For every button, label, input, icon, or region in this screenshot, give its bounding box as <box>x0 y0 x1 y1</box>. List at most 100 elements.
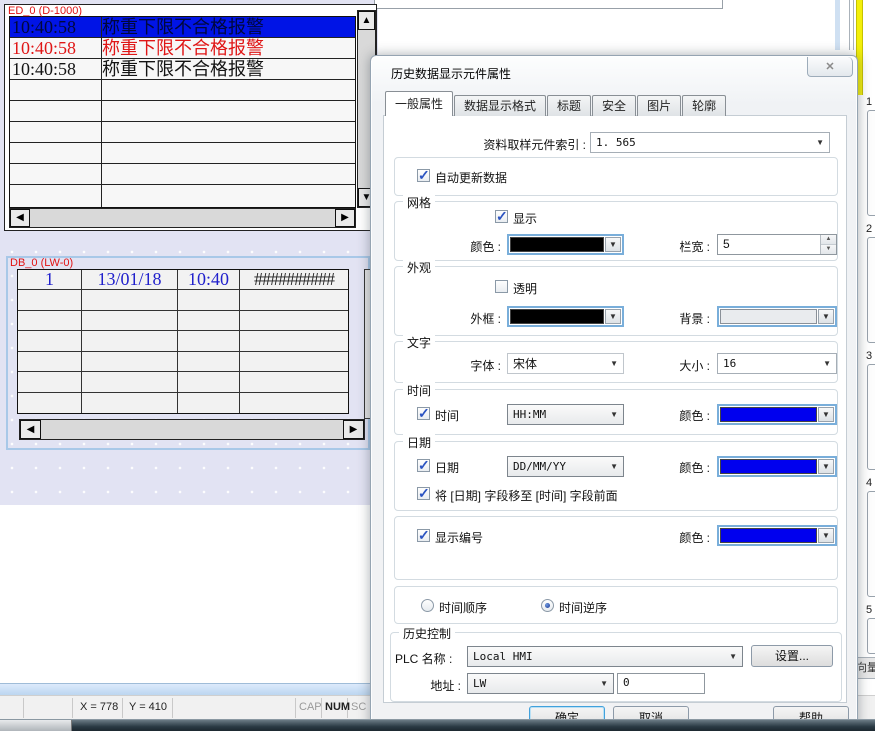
sequence-no-checkbox[interactable] <box>417 529 430 542</box>
chevron-down-icon[interactable]: ▼ <box>818 528 834 543</box>
side-panel-box <box>867 618 875 654</box>
background-color-swatch <box>720 309 817 324</box>
tab-security[interactable]: 安全 <box>592 95 636 116</box>
side-panel-box <box>867 364 875 470</box>
capslock-indicator: CAP <box>299 701 322 713</box>
time-ascending-radio[interactable] <box>421 599 434 612</box>
scrollbar-track[interactable] <box>30 209 335 227</box>
time-format-select[interactable]: HH:MM ▼ <box>507 404 624 425</box>
close-icon[interactable]: ✕ <box>807 57 853 77</box>
grid-show-checkbox[interactable] <box>495 210 508 223</box>
font-select[interactable]: 宋体 ▼ <box>507 353 624 374</box>
time-ascending-label: 时间顺序 <box>439 599 487 616</box>
scroll-up-icon[interactable]: ▲ <box>358 11 375 30</box>
date-format-value: DD/MM/YY <box>513 460 566 473</box>
address-input[interactable]: 0 <box>617 673 705 694</box>
side-panel-button[interactable]: 向量 <box>855 657 875 679</box>
chevron-down-icon[interactable]: ▼ <box>818 459 834 474</box>
date-checkbox[interactable] <box>417 459 430 472</box>
side-panel-box <box>867 491 875 597</box>
date-color-label: 颜色 : <box>660 459 710 476</box>
background-strip <box>835 0 840 50</box>
time-descending-label: 时间逆序 <box>559 599 607 616</box>
dialog-title: 历史数据显示元件属性 <box>391 65 511 82</box>
frame-color-select[interactable]: ▼ <box>507 306 624 327</box>
scroll-left-icon[interactable]: ◀ <box>10 209 30 227</box>
font-label: 字体 : <box>405 357 501 374</box>
table-row[interactable]: 10:40:58 称重下限不合格报警 <box>10 38 355 59</box>
sequence-color-select[interactable]: ▼ <box>717 525 837 546</box>
time-checkbox[interactable] <box>417 407 430 420</box>
stepper-buttons[interactable]: ▲▼ <box>820 235 836 254</box>
table-row[interactable]: 10:40:58 称重下限不合格报警 <box>10 59 355 80</box>
tab-title[interactable]: 标题 <box>547 95 591 116</box>
date-group: 日期 日期 DD/MM/YY ▼ 颜色 : ▼ 将 [日期] 字段移至 [时间]… <box>394 441 838 511</box>
address-type-select[interactable]: LW ▼ <box>467 673 614 694</box>
chevron-down-icon: ▼ <box>600 679 613 688</box>
cursor-x-coordinate: X = 778 <box>80 701 118 713</box>
canvas-hscrollbar[interactable] <box>0 683 375 695</box>
plc-name-select[interactable]: Local HMI ▼ <box>467 646 743 667</box>
settings-button[interactable]: 设置... <box>751 645 833 667</box>
chevron-down-icon[interactable]: ▼ <box>605 309 621 324</box>
date-before-time-checkbox[interactable] <box>417 487 430 500</box>
auto-update-box: 自动更新数据 <box>394 157 838 196</box>
row-time: 10:40 <box>178 270 240 290</box>
row-value: ########## <box>240 270 348 290</box>
event-table-hscrollbar[interactable]: ◀ ▶ <box>9 208 356 228</box>
sampling-index-select[interactable]: 1. 565 ▼ <box>590 132 830 153</box>
scroll-left-icon[interactable]: ◀ <box>20 420 41 439</box>
taskbar[interactable] <box>0 719 875 731</box>
history-data-display-element[interactable]: DB_0 (LW-0) 1 13/01/18 10:40 ########## … <box>6 256 370 450</box>
frame-color-label: 外框 : <box>405 310 501 327</box>
grid-color-select[interactable]: ▼ <box>507 234 624 255</box>
appearance-group-title: 外观 <box>403 259 435 276</box>
history-data-table: 1 13/01/18 10:40 ########## <box>17 269 349 414</box>
time-format-value: HH:MM <box>513 408 546 421</box>
tab-profile[interactable]: 轮廓 <box>682 95 726 116</box>
time-color-swatch <box>720 407 817 422</box>
background-window-edge <box>374 0 723 9</box>
chevron-down-icon[interactable]: ▼ <box>818 407 834 422</box>
date-check-label: 日期 <box>435 459 459 476</box>
grid-group-title: 网格 <box>403 194 435 211</box>
auto-update-checkbox[interactable] <box>417 169 430 182</box>
tab-picture[interactable]: 图片 <box>637 95 681 116</box>
date-format-select[interactable]: DD/MM/YY ▼ <box>507 456 624 477</box>
date-color-select[interactable]: ▼ <box>717 456 837 477</box>
sampling-index-value: 1. 565 <box>596 136 636 149</box>
scroll-right-icon[interactable]: ▶ <box>335 209 355 227</box>
row-date: 13/01/18 <box>82 270 178 290</box>
chevron-down-icon: ▼ <box>610 359 623 368</box>
event-message: 称重下限不合格报警 <box>102 38 355 58</box>
chevron-down-icon[interactable]: ▼ <box>818 309 834 324</box>
size-label: 大小 : <box>660 357 710 374</box>
table-row[interactable]: 10:40:58 称重下限不合格报警 <box>10 17 355 38</box>
event-display-element[interactable]: ED_0 (D-1000) 10:40:58 称重下限不合格报警 10:40:5… <box>4 4 377 231</box>
date-before-time-label: 将 [日期] 字段移至 [时间] 字段前面 <box>435 487 618 504</box>
data-table-hscrollbar[interactable]: ◀ ▶ <box>19 419 365 440</box>
tab-general[interactable]: 一般属性 <box>385 91 453 116</box>
transparent-label: 透明 <box>513 280 537 297</box>
scrollbar-track[interactable] <box>41 420 343 439</box>
col-width-stepper[interactable]: 5 ▲▼ <box>717 234 837 255</box>
element-id-label: ED_0 (D-1000) <box>8 6 82 17</box>
scroll-right-icon[interactable]: ▶ <box>343 420 364 439</box>
step-down-icon: ▼ <box>821 245 836 254</box>
time-color-select[interactable]: ▼ <box>717 404 837 425</box>
chevron-down-icon[interactable]: ▼ <box>605 237 621 252</box>
properties-dialog: 历史数据显示元件属性 ✕ 一般属性 数据显示格式 标题 安全 图片 轮廓 资料取… <box>370 55 858 731</box>
tab-data-format[interactable]: 数据显示格式 <box>454 95 546 116</box>
event-time: 10:40:58 <box>10 17 102 37</box>
grid-color-swatch <box>510 237 604 252</box>
background-color-select[interactable]: ▼ <box>717 306 837 327</box>
address-label: 地址 : <box>395 677 461 694</box>
time-descending-radio[interactable] <box>541 599 554 612</box>
address-type-value: LW <box>473 677 486 690</box>
side-panel-item-number: 5 <box>866 604 872 616</box>
transparent-checkbox[interactable] <box>495 280 508 293</box>
size-select[interactable]: 16 ▼ <box>717 353 837 374</box>
chevron-down-icon: ▼ <box>823 359 836 368</box>
text-group-title: 文字 <box>403 334 435 351</box>
taskbar-start-zone[interactable] <box>0 720 72 731</box>
